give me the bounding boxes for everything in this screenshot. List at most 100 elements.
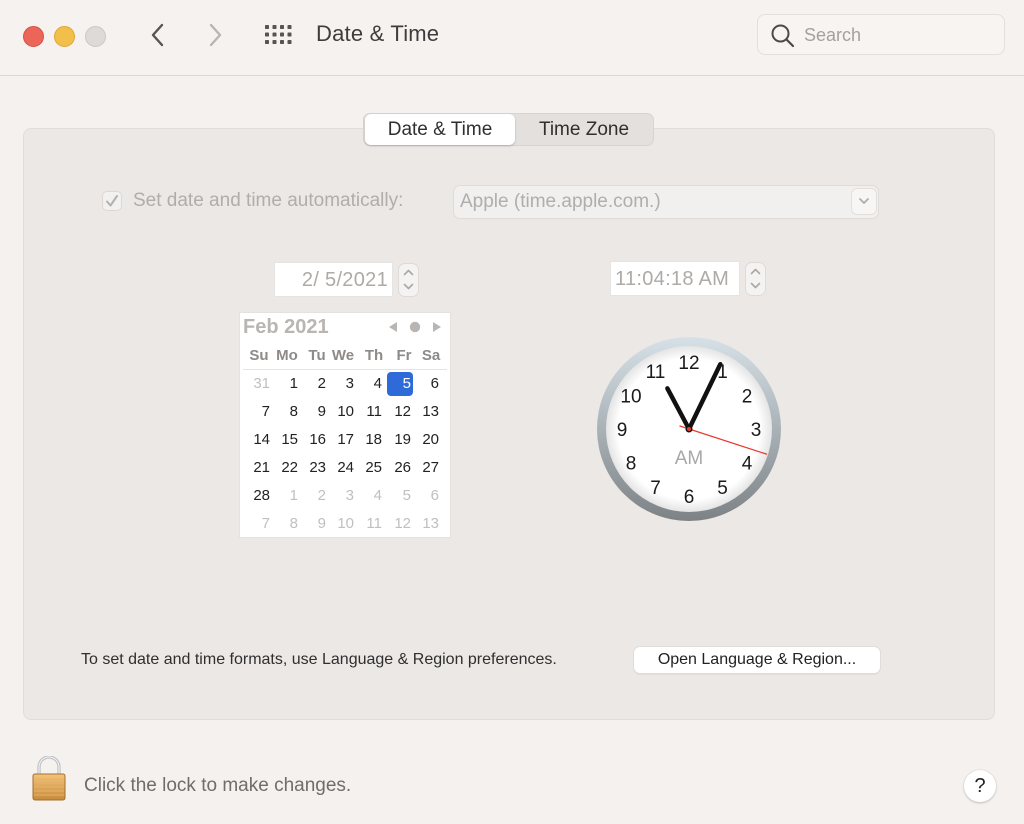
search-input[interactable] (804, 22, 994, 48)
calendar-day[interactable]: 2 (302, 372, 328, 396)
chevron-right-icon (209, 23, 222, 47)
calendar-day[interactable]: 17 (330, 428, 356, 452)
weekday-label: Fr (396, 347, 412, 364)
forward-button[interactable] (202, 20, 228, 50)
time-field[interactable]: 11:04:18 AM (611, 262, 739, 295)
calendar-day[interactable]: 31 (246, 372, 272, 396)
calendar-day[interactable]: 21 (246, 456, 272, 480)
calendar-day[interactable]: 1 (274, 484, 300, 508)
calendar-day[interactable]: 18 (358, 428, 384, 452)
triangle-left-icon (389, 322, 397, 332)
zoom-window-button[interactable] (85, 26, 106, 47)
calendar-day[interactable]: 9 (302, 512, 328, 536)
calendar-day[interactable]: 14 (246, 428, 272, 452)
calendar-day[interactable]: 5 (387, 484, 413, 508)
search-icon (771, 24, 795, 48)
calendar: Feb 2021 Su Mo Tu We Th Fr Sa 31 1 2 3 4 5 6 7 8… (240, 313, 450, 537)
grid-icon (265, 25, 292, 44)
calendar-day[interactable]: 7 (246, 512, 272, 536)
clock-meridiem: AM (675, 448, 704, 469)
date-decrement-button[interactable] (399, 280, 418, 296)
chevron-left-icon (151, 23, 164, 47)
calendar-day[interactable]: 4 (358, 372, 384, 396)
chevron-up-icon (403, 269, 414, 276)
clock-numeral: 9 (617, 420, 628, 441)
weekday-label: We (331, 347, 355, 364)
weekday-label: Mo (276, 347, 298, 364)
time-decrement-button[interactable] (746, 279, 765, 295)
calendar-day[interactable]: 11 (358, 400, 384, 424)
date-field[interactable]: 2/ 5/2021 (275, 263, 392, 296)
calendar-day[interactable]: 12 (387, 400, 413, 424)
search-field[interactable] (757, 14, 1005, 55)
time-server-select[interactable]: Apple (time.apple.com.) (454, 186, 878, 218)
calendar-day[interactable]: 19 (387, 428, 413, 452)
auto-time-checkbox[interactable] (102, 191, 122, 211)
lock-button[interactable] (30, 755, 68, 802)
calendar-day[interactable]: 23 (302, 456, 328, 480)
calendar-day[interactable]: 26 (387, 456, 413, 480)
date-value: 2/ 5/2021 (301, 269, 388, 291)
today-button[interactable] (409, 320, 421, 333)
tab-time-zone[interactable]: Time Zone (515, 114, 653, 145)
help-button[interactable]: ? (964, 770, 996, 802)
calendar-day[interactable]: 6 (415, 484, 441, 508)
calendar-day[interactable]: 13 (415, 512, 441, 536)
clock-center-dot (687, 427, 691, 431)
calendar-day[interactable]: 13 (415, 400, 441, 424)
close-window-button[interactable] (23, 26, 44, 47)
calendar-day[interactable]: 9 (302, 400, 328, 424)
calendar-day[interactable]: 2 (302, 484, 328, 508)
calendar-day[interactable]: 12 (387, 512, 413, 536)
chevron-down-icon (750, 282, 761, 289)
lock-hint-text: Click the lock to make changes. (84, 775, 352, 796)
calendar-day[interactable]: 15 (274, 428, 300, 452)
calendar-day[interactable]: 8 (274, 512, 300, 536)
clock-numeral: 3 (751, 420, 762, 441)
calendar-day[interactable]: 6 (415, 372, 441, 396)
auto-time-label: Set date and time automatically: (133, 190, 404, 211)
calendar-day[interactable]: 11 (358, 512, 384, 536)
tab-date-time[interactable]: Date & Time (365, 114, 515, 145)
minimize-window-button[interactable] (54, 26, 75, 47)
calendar-day[interactable]: 3 (330, 372, 356, 396)
calendar-day-selected[interactable]: 5 (387, 372, 413, 396)
calendar-month-title: Feb 2021 (243, 316, 329, 338)
calendar-day[interactable]: 7 (246, 400, 272, 424)
calendar-day[interactable]: 3 (330, 484, 356, 508)
show-all-button[interactable] (264, 24, 294, 46)
calendar-day[interactable]: 24 (330, 456, 356, 480)
calendar-day[interactable]: 16 (302, 428, 328, 452)
dot-icon (409, 321, 421, 333)
back-button[interactable] (145, 20, 171, 50)
clock-numeral: 2 (742, 387, 753, 408)
weekday-label: Su (249, 347, 269, 364)
calendar-day[interactable]: 8 (274, 400, 300, 424)
tab-bar: Date & Time Time Zone (363, 113, 654, 146)
calendar-day[interactable]: 10 (330, 512, 356, 536)
calendar-day[interactable]: 27 (415, 456, 441, 480)
time-value: 11:04:18 AM (615, 268, 730, 290)
next-month-button[interactable] (432, 320, 442, 332)
calendar-day[interactable]: 4 (358, 484, 384, 508)
date-increment-button[interactable] (399, 264, 418, 280)
date-stepper[interactable] (399, 264, 418, 296)
previous-month-button[interactable] (388, 320, 398, 332)
weekday-label: Sa (421, 347, 441, 364)
chevron-down-icon (403, 283, 414, 290)
calendar-day[interactable]: 20 (415, 428, 441, 452)
calendar-day[interactable]: 1 (274, 372, 300, 396)
weekday-label: Th (364, 347, 384, 364)
clock-numeral: 4 (742, 454, 753, 475)
time-stepper[interactable] (746, 263, 765, 295)
open-language-region-button[interactable]: Open Language & Region... (634, 647, 880, 673)
time-server-dropdown-button[interactable] (852, 189, 876, 214)
clock-numeral: 6 (684, 487, 695, 508)
time-increment-button[interactable] (746, 263, 765, 279)
lock-icon (32, 755, 66, 801)
calendar-day[interactable]: 28 (246, 484, 272, 508)
formats-hint-text: To set date and time formats, use Langua… (81, 651, 557, 668)
calendar-day[interactable]: 22 (274, 456, 300, 480)
calendar-day[interactable]: 25 (358, 456, 384, 480)
calendar-day[interactable]: 10 (330, 400, 356, 424)
